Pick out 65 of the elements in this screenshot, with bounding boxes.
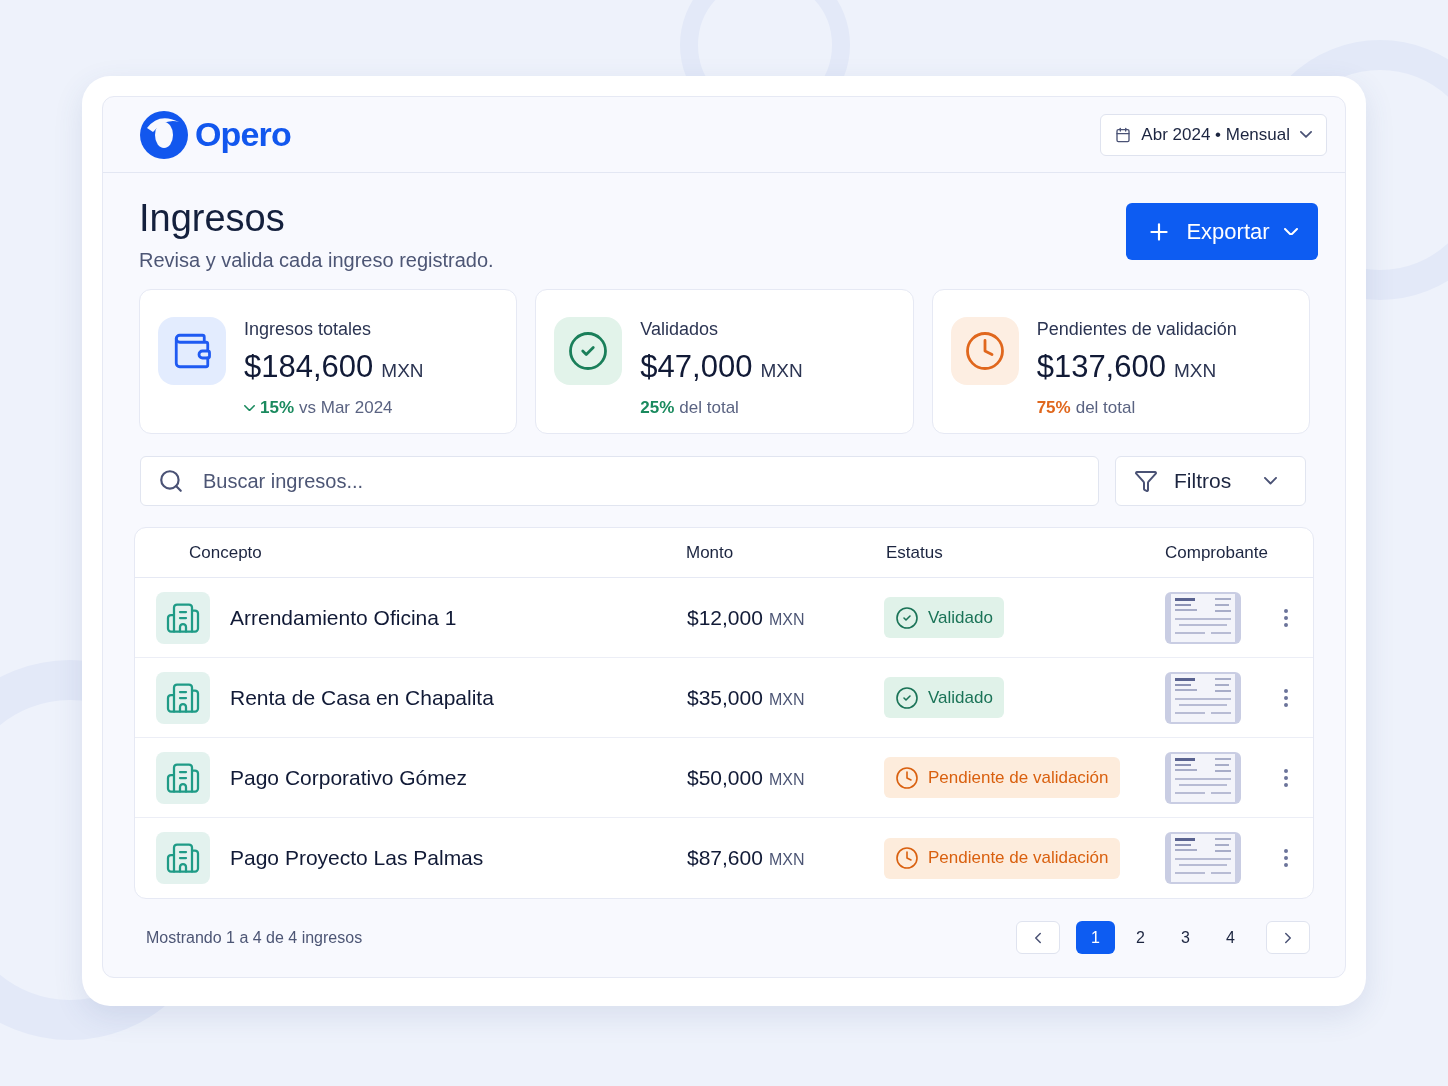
check-circle-icon bbox=[895, 685, 919, 710]
amount-cell-text: $50,000 bbox=[687, 764, 763, 791]
stat-note: del total bbox=[679, 397, 739, 419]
stat-percentage: 15% bbox=[260, 397, 295, 419]
chevron-down-icon bbox=[1300, 131, 1312, 138]
chevron-down-icon bbox=[1283, 227, 1298, 236]
status-badge: Pendiente de validación bbox=[884, 837, 1120, 879]
table-row[interactable]: Renta de Casa en Chapalita $35,000 MXN Validado bbox=[135, 658, 1313, 738]
stat-label: Pendientes de validación bbox=[1036, 318, 1237, 341]
building-icon bbox=[165, 840, 201, 876]
currency-label: MXN bbox=[768, 609, 805, 630]
page-button[interactable]: 3 bbox=[1166, 921, 1205, 954]
page-button[interactable]: 1 bbox=[1076, 921, 1115, 954]
concept-cell-text: Arrendamiento Oficina 1 bbox=[230, 604, 458, 631]
search-field[interactable]: Buscar ingresos... bbox=[140, 456, 1099, 506]
filters-button[interactable]: Filtros bbox=[1115, 456, 1306, 506]
concept-cell-text: Pago Proyecto Las Palmas bbox=[230, 845, 485, 872]
filter-icon bbox=[1134, 469, 1158, 493]
stat-label: Ingresos totales bbox=[244, 318, 373, 341]
column-header: Comprobante bbox=[1165, 541, 1268, 564]
page-button[interactable]: 4 bbox=[1211, 921, 1250, 954]
clock-icon bbox=[895, 765, 919, 790]
table-row[interactable]: Pago Proyecto Las Palmas $87,600 MXN Pendiente de validación bbox=[135, 818, 1313, 898]
check-circle-icon bbox=[895, 605, 919, 630]
currency-label: MXN bbox=[768, 689, 805, 710]
column-header: Estatus bbox=[886, 541, 944, 564]
status-badge: Validado bbox=[884, 597, 1004, 638]
column-header: Concepto bbox=[189, 541, 263, 564]
check-circle-icon bbox=[567, 330, 610, 372]
chevron-down-icon bbox=[1264, 477, 1277, 485]
status-badge: Pendiente de validación bbox=[884, 757, 1120, 798]
search-icon bbox=[158, 468, 184, 494]
concept-cell-text: Pago Corporativo Gómez bbox=[230, 764, 468, 791]
table-row[interactable]: Arrendamiento Oficina 1 $12,000 MXN Validado bbox=[135, 578, 1313, 658]
stat-percentage: 25% bbox=[640, 397, 675, 419]
amount-cell-text: $35,000 bbox=[687, 684, 763, 711]
period-dropdown[interactable]: Abr 2024 • Mensual bbox=[1100, 113, 1327, 156]
stat-amount: $47,000 bbox=[640, 348, 753, 386]
column-header: Monto bbox=[686, 541, 735, 564]
amount-cell-text: $12,000 bbox=[687, 604, 763, 631]
stat-percentage: 75% bbox=[1036, 397, 1071, 419]
export-button[interactable]: Exportar bbox=[1126, 203, 1318, 260]
clock-icon bbox=[963, 330, 1006, 372]
brand-name: Opero bbox=[195, 114, 291, 155]
page-button[interactable]: 2 bbox=[1121, 921, 1160, 954]
calendar-icon bbox=[1115, 126, 1132, 143]
currency-label: MXN bbox=[760, 359, 803, 383]
amount-cell-text: $87,600 bbox=[687, 845, 763, 872]
stat-amount: $137,600 bbox=[1036, 348, 1166, 386]
table-row[interactable]: Pago Corporativo Gómez $50,000 MXN Pendiente de validación bbox=[135, 738, 1313, 818]
stat-note: vs Mar 2024 bbox=[299, 397, 393, 419]
page-subtitle: Revisa y valida cada ingreso registrado. bbox=[139, 248, 494, 273]
currency-label: MXN bbox=[768, 769, 805, 790]
stat-amount: $184,600 bbox=[244, 348, 374, 386]
results-summary: Mostrando 1 a 4 de 4 ingresos bbox=[146, 927, 363, 948]
currency-label: MXN bbox=[381, 359, 424, 383]
currency-label: MXN bbox=[1173, 359, 1217, 383]
stat-note: del total bbox=[1075, 397, 1136, 419]
clock-icon bbox=[895, 846, 919, 870]
logo-icon bbox=[139, 109, 189, 160]
concept-cell-text: Renta de Casa en Chapalita bbox=[230, 684, 495, 711]
status-badge: Validado bbox=[884, 677, 1004, 718]
stat-label: Validados bbox=[640, 318, 720, 341]
page-title: Ingresos bbox=[139, 196, 286, 241]
currency-label: MXN bbox=[768, 850, 805, 871]
